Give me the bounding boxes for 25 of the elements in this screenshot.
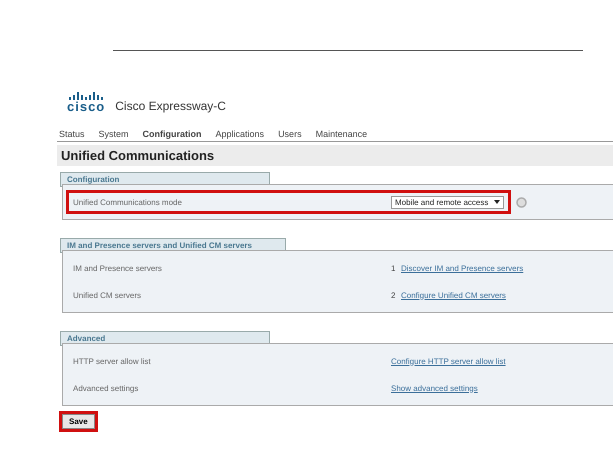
action-link[interactable]: Configure Unified CM servers: [401, 290, 506, 300]
action-link[interactable]: Configure HTTP server allow list: [391, 356, 506, 366]
mode-select[interactable]: Mobile and remote access: [391, 196, 504, 208]
nav-tab[interactable]: System: [98, 129, 129, 139]
nav-tab[interactable]: Users: [278, 129, 302, 139]
save-button[interactable]: Save: [62, 414, 95, 429]
action-link[interactable]: Show advanced settings: [391, 384, 478, 392]
step-number: 2: [391, 290, 396, 300]
step-number: 1: [391, 264, 396, 272]
product-name: Cisco Expressway-C: [115, 99, 226, 113]
field-label: Unified Communications mode: [73, 198, 183, 206]
page-title: Unified Communications: [57, 145, 613, 166]
field-label: IM and Presence servers: [73, 264, 163, 272]
field-label: Advanced settings: [73, 384, 140, 392]
nav-tab[interactable]: Status: [59, 129, 85, 139]
bars-icon: [69, 90, 104, 100]
circle-icon: [516, 196, 528, 208]
caret-icon: [494, 200, 500, 204]
logo-wordmark: cisco: [67, 100, 106, 113]
action-link[interactable]: Discover IM and Presence servers: [401, 264, 524, 272]
field-label: HTTP server allow list: [73, 356, 152, 366]
nav-tab[interactable]: Applications: [216, 129, 264, 139]
nav-tab[interactable]: Configuration: [142, 129, 202, 139]
nav-tab[interactable]: Maintenance: [316, 129, 368, 139]
field-label: Unified CM servers: [73, 290, 142, 300]
